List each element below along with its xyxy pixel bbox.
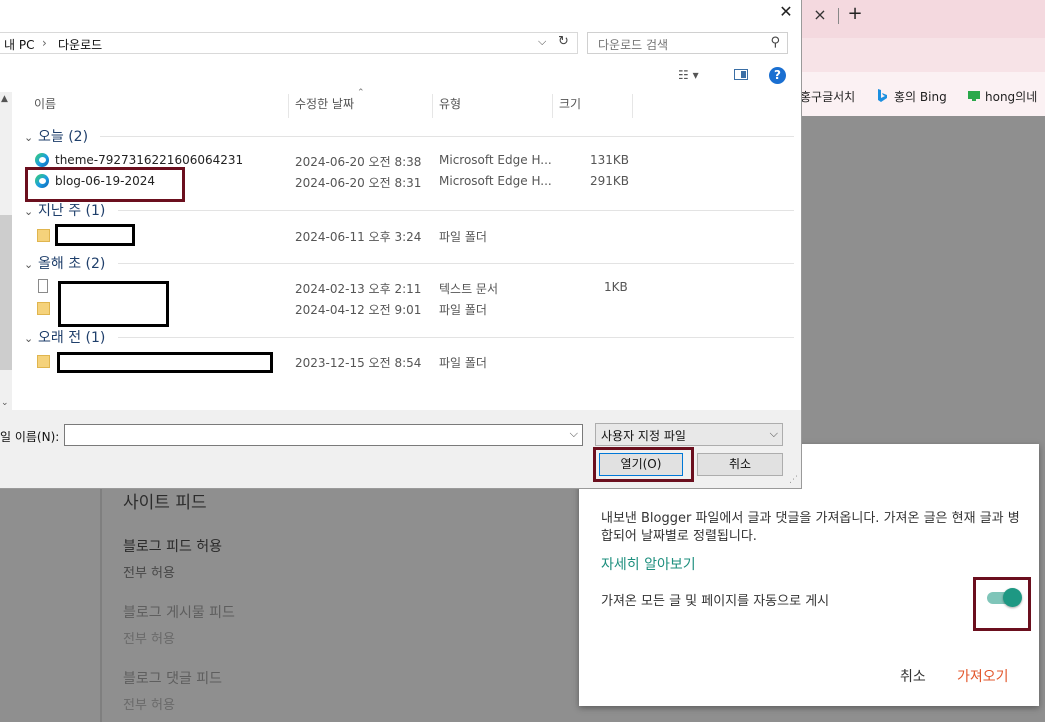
file-date: 2024-02-13 오후 2:11 <box>295 282 422 296</box>
site-feed-heading: 사이트 피드 <box>123 493 207 513</box>
chevron-down-icon[interactable]: ⌵ <box>570 427 578 441</box>
new-tab-button[interactable]: + <box>846 3 864 25</box>
redaction-box <box>55 224 135 246</box>
file-date: 2024-06-20 오전 8:31 <box>295 176 422 190</box>
import-description: 내보낸 Blogger 파일에서 글과 댓글을 가져옵니다. 가져온 글은 현재… <box>601 511 1020 544</box>
address-breadcrumb[interactable]: 내 PC › 다운로드 ⌵ ↻ <box>0 32 578 54</box>
refresh-icon[interactable]: ↻ <box>558 34 569 49</box>
comment-feed-value: 전부 허용 <box>123 698 175 713</box>
file-open-dialog: ✕ 내 PC › 다운로드 ⌵ ↻ 다운로드 검색 ⚲ ☷ ▾ ? 이름 ⌃ 수… <box>0 0 802 489</box>
group-header-today[interactable]: ⌄ 오늘 (2) <box>24 126 89 145</box>
file-name: theme-7927316221606064231 <box>55 153 244 167</box>
column-header-name[interactable]: 이름 <box>28 94 289 118</box>
scroll-down-icon[interactable]: ⌄ <box>1 398 9 408</box>
filename-input[interactable]: ⌵ <box>64 424 583 446</box>
post-feed-setting[interactable]: 블로그 게시물 피드 <box>123 602 235 622</box>
monitor-icon <box>967 90 980 102</box>
bookmarks-bar: 홍구글서치 홍의 Bing hong의네 <box>800 72 1045 116</box>
file-date: 2024-06-20 오전 8:38 <box>295 155 422 169</box>
bookmark-label: hong의네 <box>985 90 1038 104</box>
chevron-down-icon: ⌵ <box>769 427 778 440</box>
chevron-down-icon: ⌄ <box>24 205 34 218</box>
close-icon[interactable]: ✕ <box>776 2 796 22</box>
bookmark-label: 홍구글서치 <box>800 90 856 104</box>
group-label: 오늘 (2) <box>38 129 89 145</box>
file-type: 텍스트 문서 <box>439 282 499 296</box>
file-date: 2024-06-11 오후 3:24 <box>295 230 422 244</box>
file-size: 291KB <box>590 174 630 188</box>
group-label: 오래 전 (1) <box>38 330 106 346</box>
blog-feed-setting[interactable]: 블로그 피드 허용 <box>123 536 222 556</box>
column-header-size[interactable]: 크기 <box>553 94 633 118</box>
file-type: Microsoft Edge H... <box>439 174 552 188</box>
post-feed-value: 전부 허용 <box>123 632 175 647</box>
scroll-up-icon[interactable]: ▲ <box>1 94 8 104</box>
browser-tab-strip <box>800 0 1045 38</box>
breadcrumb-downloads[interactable]: 다운로드 <box>58 36 102 53</box>
group-header-long-ago[interactable]: ⌄ 오래 전 (1) <box>24 327 106 346</box>
breadcrumb-this-pc[interactable]: 내 PC <box>4 36 34 53</box>
group-label: 올해 초 (2) <box>38 256 106 272</box>
chevron-down-icon: ⌄ <box>24 258 34 271</box>
preview-pane-icon[interactable] <box>734 69 748 80</box>
auto-publish-label: 가져온 모든 글 및 페이지를 자동으로 게시 <box>601 594 830 609</box>
file-size: 1KB <box>604 280 628 294</box>
filetype-value: 사용자 지정 파일 <box>601 429 686 443</box>
group-label: 지난 주 (1) <box>38 203 106 219</box>
file-size: 131KB <box>590 153 630 167</box>
group-divider <box>118 210 794 211</box>
group-divider <box>100 136 794 137</box>
group-header-last-week[interactable]: ⌄ 지난 주 (1) <box>24 200 106 219</box>
view-options-icon[interactable]: ☷ ▾ <box>678 68 699 82</box>
open-button-highlight-box <box>593 447 694 482</box>
document-icon <box>38 279 48 293</box>
file-type: 파일 폴더 <box>439 230 487 244</box>
resize-grip-icon[interactable]: ⋰ <box>789 475 799 485</box>
chevron-down-icon: ⌄ <box>24 332 34 345</box>
file-date: 2023-12-15 오전 8:54 <box>295 356 422 370</box>
tab-separator <box>838 8 839 24</box>
folder-icon <box>37 302 50 315</box>
filename-label: 일 이름(N): <box>0 430 60 444</box>
group-header-earlier-this-year[interactable]: ⌄ 올해 초 (2) <box>24 253 106 272</box>
search-icon[interactable]: ⚲ <box>770 35 780 50</box>
cancel-button[interactable]: 취소 <box>697 453 783 476</box>
toggle-highlight-box <box>973 577 1031 631</box>
column-header-modified[interactable]: 수정한 날짜 <box>289 94 433 118</box>
help-icon[interactable]: ? <box>769 67 786 84</box>
comment-feed-setting[interactable]: 블로그 댓글 피드 <box>123 668 222 688</box>
import-confirm-button[interactable]: 가져오기 <box>957 666 1009 686</box>
tab-close-icon[interactable]: × <box>812 4 828 26</box>
folder-icon <box>37 355 50 368</box>
chevron-down-icon[interactable]: ⌵ <box>538 35 546 49</box>
breadcrumb-separator: › <box>42 36 47 50</box>
file-type: Microsoft Edge H... <box>439 153 552 167</box>
blog-feed-value: 전부 허용 <box>123 566 175 581</box>
search-placeholder: 다운로드 검색 <box>598 38 669 52</box>
group-divider <box>118 337 794 338</box>
group-divider <box>118 263 794 264</box>
bookmark-hong-ne[interactable]: hong의네 <box>967 88 1037 105</box>
file-date: 2024-04-12 오전 9:01 <box>295 303 422 317</box>
file-type: 파일 폴더 <box>439 303 487 317</box>
bookmark-label: 홍의 Bing <box>894 90 947 104</box>
bing-icon <box>876 89 888 102</box>
column-header-type[interactable]: 유형 <box>433 94 553 118</box>
filetype-select[interactable]: 사용자 지정 파일 ⌵ <box>595 423 783 446</box>
redaction-box <box>58 281 169 327</box>
bookmark-hong-google-search[interactable]: 홍구글서치 <box>800 88 855 105</box>
file-type: 파일 폴더 <box>439 356 487 370</box>
folder-icon <box>37 229 50 242</box>
learn-more-link[interactable]: 자세히 알아보기 <box>601 554 696 574</box>
blog-file-highlight-box <box>25 167 185 202</box>
chevron-down-icon: ⌄ <box>24 131 34 144</box>
bookmark-hong-bing[interactable]: 홍의 Bing <box>876 88 947 105</box>
redaction-box <box>57 352 273 373</box>
search-input[interactable]: 다운로드 검색 ⚲ <box>587 32 788 54</box>
address-bar-strip <box>800 38 1045 72</box>
scrollbar-thumb[interactable] <box>0 215 12 370</box>
import-cancel-button[interactable]: 취소 <box>900 666 926 686</box>
edge-icon <box>35 153 49 167</box>
